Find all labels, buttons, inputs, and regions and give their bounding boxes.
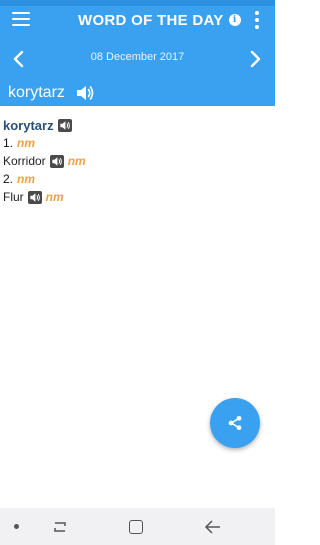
translation: Korridor (3, 154, 46, 168)
sense-number: 1. (3, 136, 14, 150)
part-of-speech: nm (45, 190, 64, 204)
recents-icon[interactable] (52, 520, 68, 534)
nav-dot-icon[interactable] (14, 524, 19, 529)
chevron-right-icon[interactable] (248, 50, 262, 68)
app-bar: WORD OF THE DAY i 08 December 2017 koryt… (0, 6, 275, 106)
system-nav-bar (0, 508, 275, 545)
translation-row: Korridor nm (3, 152, 268, 170)
headword-row: korytarz (3, 116, 268, 134)
hamburger-menu-icon[interactable] (12, 12, 30, 26)
speaker-icon[interactable] (57, 118, 72, 132)
part-of-speech: nm (17, 136, 36, 150)
page-title: WORD OF THE DAY (78, 11, 224, 29)
word-of-day: korytarz (8, 84, 65, 101)
date-label: 08 December 2017 (90, 51, 185, 63)
dictionary-entry: korytarz 1. nm Korridor nm 2. nm Flur nm (3, 116, 268, 206)
share-icon (228, 415, 242, 431)
home-icon[interactable] (129, 520, 143, 534)
title-area: WORD OF THE DAY i (78, 10, 241, 30)
translation-row: Flur nm (3, 188, 268, 206)
speaker-icon[interactable] (75, 84, 95, 102)
info-icon[interactable]: i (228, 14, 241, 26)
sense-number: 2. (3, 172, 14, 186)
sense-row: 1. nm (3, 134, 268, 152)
back-icon[interactable] (204, 519, 222, 535)
sense-row: 2. nm (3, 170, 268, 188)
speaker-icon[interactable] (49, 154, 64, 168)
speaker-icon[interactable] (27, 190, 42, 204)
word-header: korytarz (8, 84, 95, 102)
headword: korytarz (3, 117, 54, 133)
share-button[interactable] (210, 398, 260, 448)
part-of-speech: nm (67, 154, 86, 168)
part-of-speech: nm (17, 172, 36, 186)
translation: Flur (3, 190, 24, 204)
more-vertical-icon[interactable] (254, 11, 260, 29)
